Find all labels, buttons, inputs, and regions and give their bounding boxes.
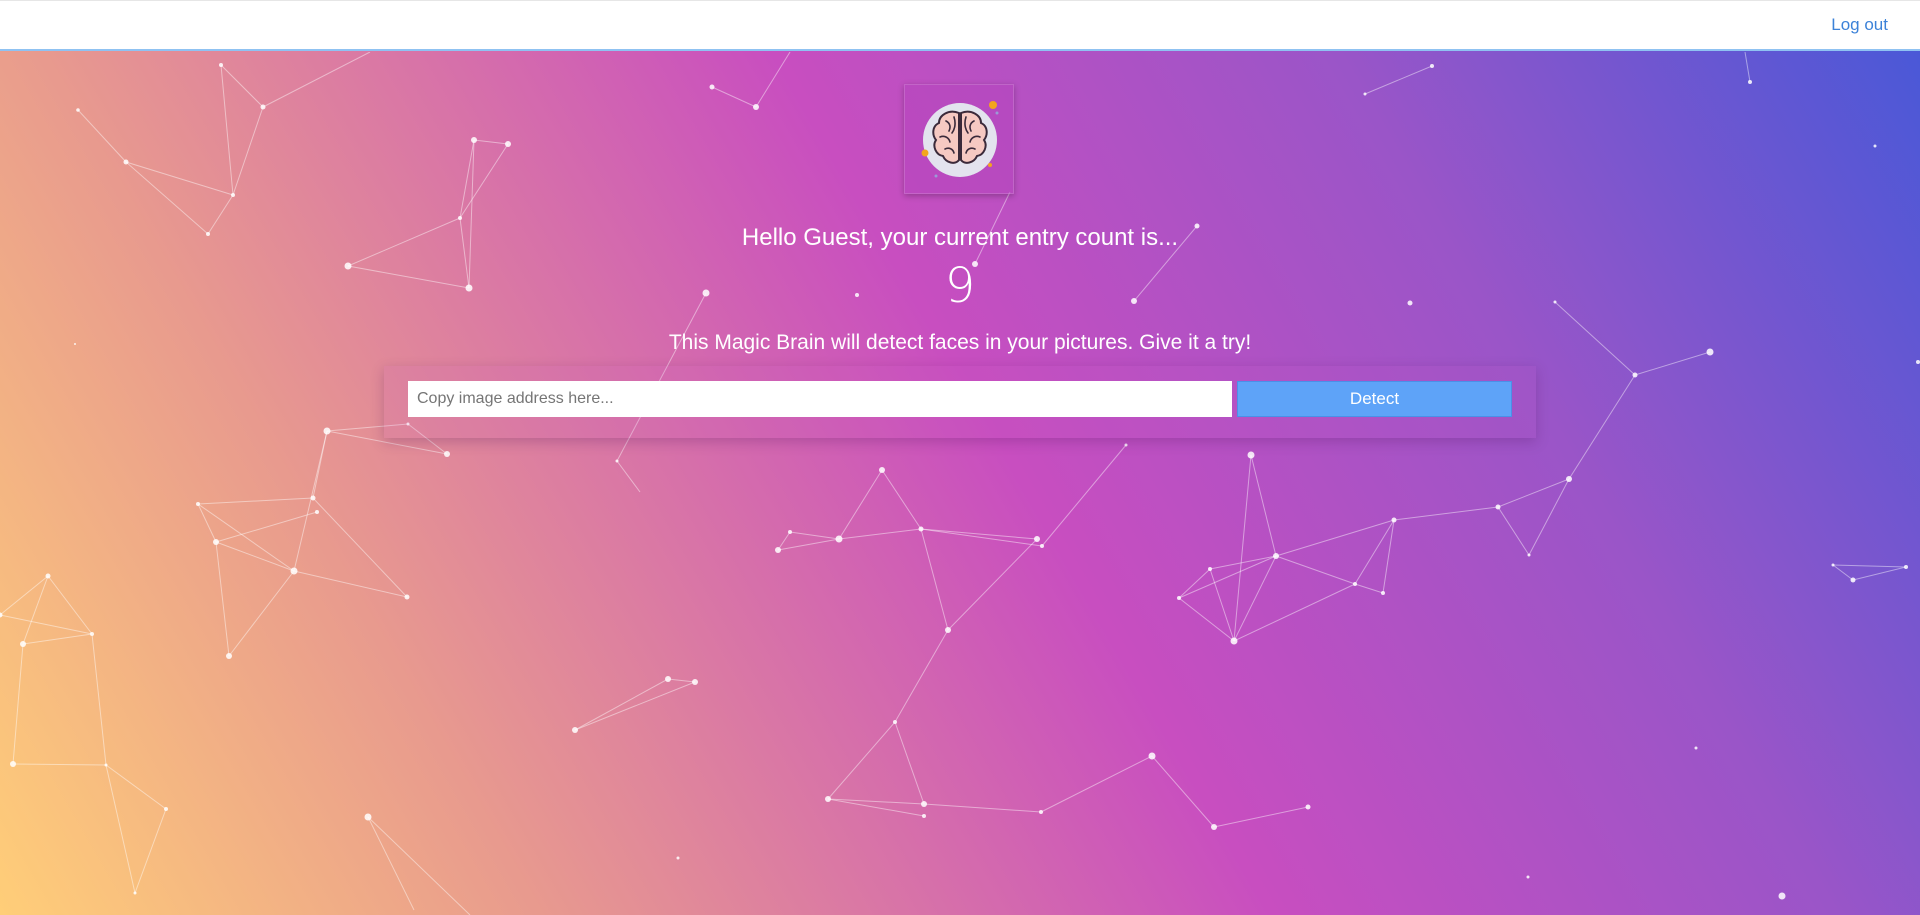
logo	[904, 84, 1014, 194]
top-navigation: Log out	[0, 0, 1920, 51]
greeting-text: Hello Guest, your current entry count is…	[741, 224, 1179, 251]
detect-button[interactable]: Detect	[1237, 381, 1512, 417]
image-url-input[interactable]	[408, 381, 1232, 417]
image-link-form: Detect	[384, 366, 1536, 438]
brain-icon	[921, 101, 999, 178]
entry-count: 9	[944, 258, 976, 314]
logout-link[interactable]: Log out	[1831, 15, 1888, 35]
intro-text: This Magic Brain will detect faces in yo…	[668, 331, 1252, 354]
